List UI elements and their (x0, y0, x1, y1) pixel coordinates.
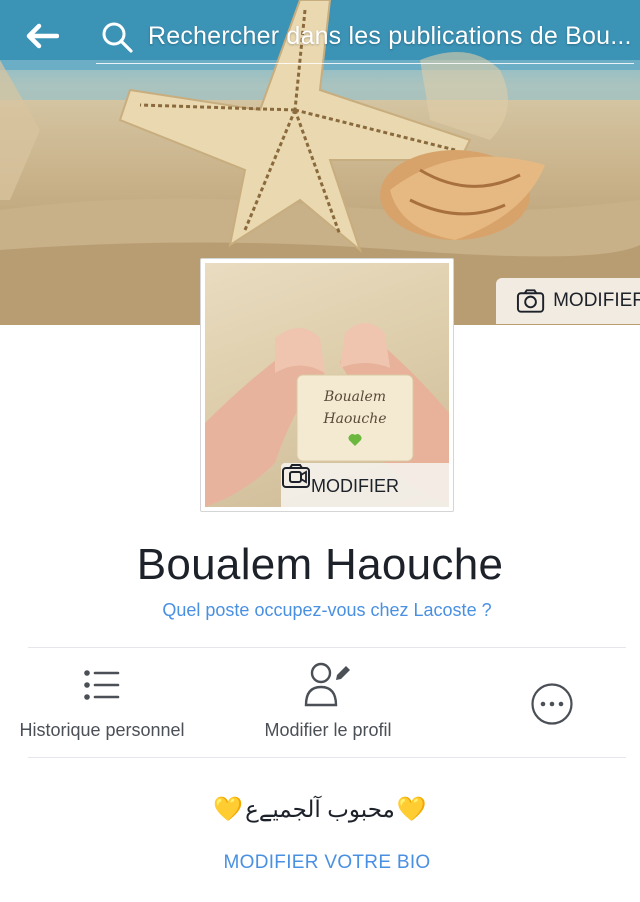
add-job-link[interactable]: Quel poste occupez-vous chez Lacoste ? (0, 600, 640, 621)
activity-log-label: Historique personnel (19, 720, 185, 740)
search-placeholder: Rechercher dans les publications de Bou.… (148, 22, 632, 50)
divider-bottom (28, 757, 626, 758)
edit-profile-label: Modifier le profil (264, 720, 392, 740)
more-icon (531, 683, 573, 725)
edit-bio-button[interactable]: MODIFIER VOTRE BIO (0, 852, 640, 874)
video-camera-icon (282, 464, 310, 488)
activity-log-button[interactable]: Historique personnel (12, 660, 192, 741)
back-arrow-icon (26, 23, 59, 49)
search-input[interactable]: Rechercher dans les publications de Bou.… (96, 12, 634, 64)
more-options-button[interactable] (520, 660, 584, 750)
edit-profile-picture-button[interactable]: MODIFIER (281, 463, 449, 507)
divider-top (28, 647, 626, 648)
edit-profile-picture-label: MODIFIER (311, 475, 399, 496)
profile-picture[interactable]: Boualem Haouche MODIFIER (200, 258, 454, 512)
card-line-2: Haouche (322, 411, 386, 427)
profile-actions: Historique personnel Modifier le profil (0, 660, 640, 750)
edit-cover-button[interactable]: MODIFIER (496, 278, 640, 324)
profile-picture-image: Boualem Haouche MODIFIER (205, 263, 449, 507)
yellow-heart-icon: 💛 (213, 795, 244, 823)
bio-content: محبوب آلجميےع (245, 796, 395, 822)
top-bar: Rechercher dans les publications de Bou.… (0, 0, 640, 72)
edit-profile-icon (304, 662, 350, 707)
edit-cover-label: MODIFIER (553, 290, 640, 311)
card-line-1: Boualem (323, 389, 386, 405)
camera-icon (516, 289, 545, 313)
profile-name: Boualem Haouche (136, 540, 504, 589)
search-icon (102, 22, 133, 53)
bio-text: 💛 محبوب آلجميےع 💛 (0, 796, 640, 823)
edit-profile-button[interactable]: Modifier le profil (248, 660, 408, 741)
yellow-heart-icon: 💛 (396, 795, 427, 823)
list-icon (84, 670, 120, 700)
back-button[interactable] (22, 16, 62, 56)
